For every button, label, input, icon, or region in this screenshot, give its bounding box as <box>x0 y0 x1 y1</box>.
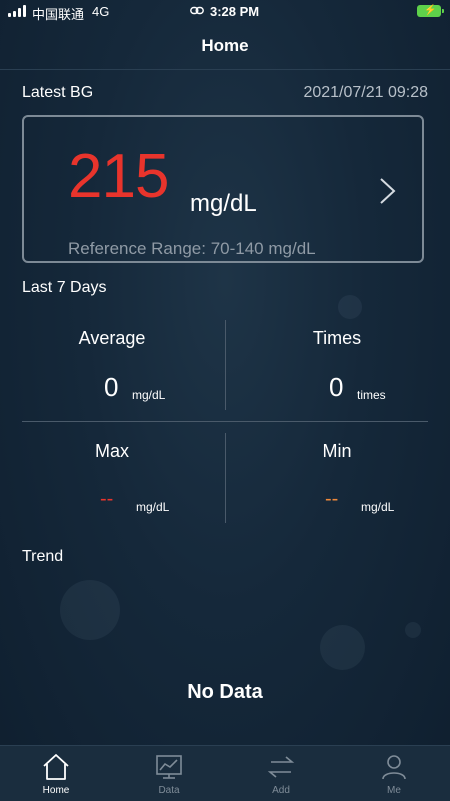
min-unit: mg/dL <box>361 500 395 514</box>
charging-icon: ⚡ <box>424 5 437 16</box>
tab-data-label: Data <box>158 785 180 796</box>
background-bokeh <box>60 580 120 640</box>
min-title: Min <box>322 441 352 461</box>
page-title: Home <box>201 36 249 55</box>
times-unit: times <box>357 388 386 402</box>
last-7-days-label: Last 7 Days <box>22 279 107 296</box>
max-value: -- <box>100 488 114 510</box>
background-bokeh <box>405 622 421 638</box>
carrier-name: 中国联通 <box>32 7 85 22</box>
latest-bg-unit: mg/dL <box>190 190 257 217</box>
tab-me[interactable]: Me <box>338 745 450 800</box>
times-value: 0 <box>329 372 344 402</box>
tab-home-label: Home <box>42 785 70 796</box>
tab-me-label: Me <box>387 785 401 796</box>
latest-bg-value: 215 <box>68 142 169 211</box>
swap-icon <box>267 756 295 778</box>
trend-label: Trend <box>22 548 64 565</box>
tab-add[interactable]: Add <box>225 745 337 800</box>
background-bokeh <box>338 295 362 319</box>
chart-icon <box>156 755 182 779</box>
latest-bg-label: Latest BG <box>22 84 94 101</box>
max-unit: mg/dL <box>136 500 170 514</box>
tab-add-label: Add <box>272 785 290 796</box>
tab-home[interactable]: Home <box>0 745 112 800</box>
chevron-right-icon[interactable] <box>376 176 398 206</box>
stats-divider-vertical <box>225 433 226 523</box>
user-icon <box>382 755 406 780</box>
stats-divider-vertical <box>225 320 226 410</box>
average-unit: mg/dL <box>132 388 166 402</box>
max-title: Max <box>94 441 129 461</box>
status-time: 3:28 PM <box>210 4 260 19</box>
average-value: 0 <box>104 372 119 402</box>
stats-divider-horizontal <box>22 421 428 422</box>
signal-icon <box>8 5 26 17</box>
background-bokeh <box>320 625 365 670</box>
min-value: -- <box>325 488 339 510</box>
link-icon <box>190 6 204 15</box>
latest-bg-datetime: 2021/07/21 09:28 <box>303 84 428 101</box>
times-title: Times <box>312 328 362 348</box>
network-type: 4G <box>92 4 110 19</box>
average-title: Average <box>78 328 146 348</box>
status-bar: 中国联通 4G 3:28 PM ⚡ <box>0 0 450 24</box>
header-divider <box>0 69 450 70</box>
trend-empty-state: No Data <box>187 681 263 703</box>
home-icon <box>43 754 69 780</box>
tab-data[interactable]: Data <box>113 745 225 800</box>
reference-range: Reference Range: 70-140 mg/dL <box>68 239 316 258</box>
